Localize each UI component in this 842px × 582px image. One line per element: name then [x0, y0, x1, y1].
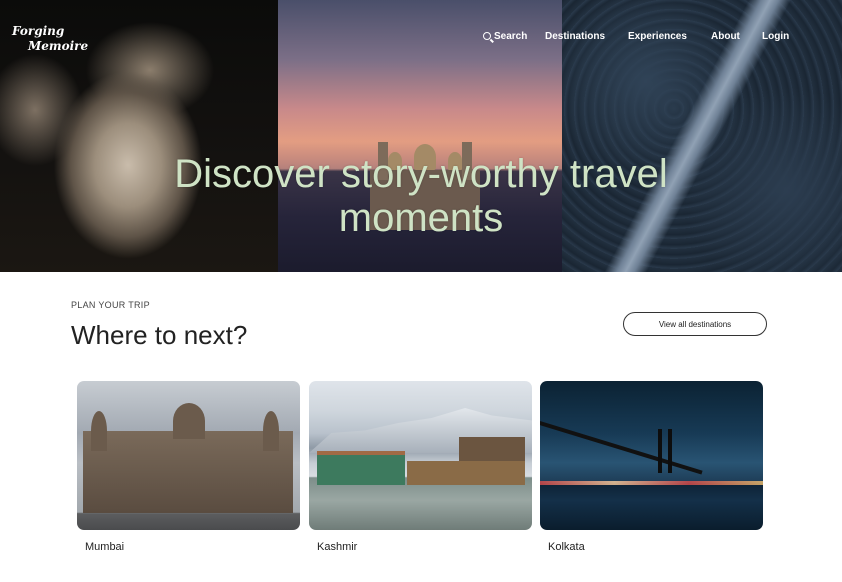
hero-title-line1: Discover story-worthy travel: [174, 152, 668, 196]
destination-name: Mumbai: [85, 541, 125, 553]
destination-card-kashmir[interactable]: Kashmir: [309, 381, 532, 553]
search-icon: [483, 32, 491, 40]
hero-banner: Forging Memoire Search Destinations Expe…: [0, 0, 842, 272]
view-all-destinations-button[interactable]: View all destinations: [623, 312, 767, 336]
destination-name: Kolkata: [548, 541, 585, 553]
nav-destinations[interactable]: Destinations: [545, 31, 605, 42]
brand-logo-line1: Forging: [12, 24, 65, 38]
destination-name: Kashmir: [317, 541, 358, 553]
nav-login[interactable]: Login: [762, 31, 789, 42]
section-heading: Where to next?: [71, 320, 248, 350]
brand-logo[interactable]: Forging Memoire: [12, 24, 88, 54]
nav-search-label: Search: [494, 31, 528, 42]
destination-card-mumbai[interactable]: Mumbai: [77, 381, 300, 553]
destination-card-kolkata[interactable]: Kolkata: [540, 381, 763, 553]
nav-search[interactable]: Search: [483, 31, 527, 42]
hero-title: Discover story-worthy travel moments: [0, 152, 842, 240]
section-kicker: PLAN YOUR TRIP: [71, 300, 150, 310]
brand-logo-line2: Memoire: [28, 39, 89, 53]
nav-about[interactable]: About: [711, 31, 740, 42]
hero-title-line2: moments: [338, 196, 504, 240]
destination-image-kashmir: [309, 381, 532, 530]
nav-experiences[interactable]: Experiences: [628, 31, 687, 42]
destination-image-kolkata: [540, 381, 763, 530]
destination-image-mumbai: [77, 381, 300, 530]
